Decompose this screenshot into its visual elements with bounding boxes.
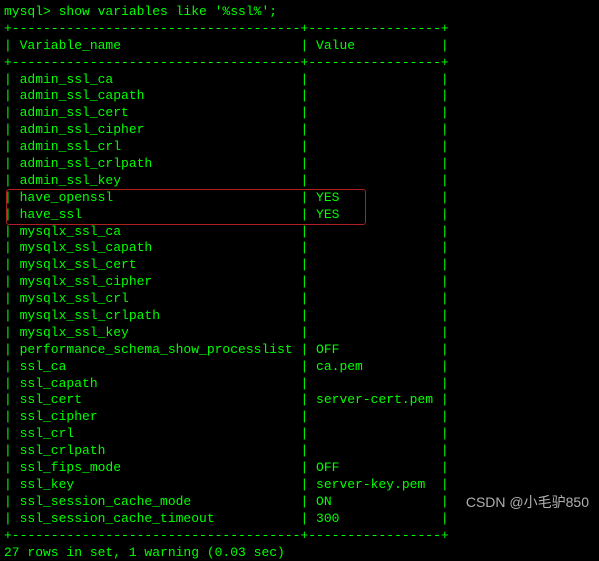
table-row: | ssl_crlpath | | bbox=[4, 443, 595, 460]
result-footer: 27 rows in set, 1 warning (0.03 sec) bbox=[4, 545, 595, 561]
table-row: | ssl_key | server-key.pem | bbox=[4, 477, 595, 494]
mysql-prompt: mysql> show variables like '%ssl%'; bbox=[4, 4, 595, 21]
table-header-row: | Variable_name | Value | bbox=[4, 38, 595, 55]
table-row: | ssl_crl | | bbox=[4, 426, 595, 443]
table-row: | mysqlx_ssl_cert | | bbox=[4, 257, 595, 274]
table-row: | ssl_session_cache_timeout | 300 | bbox=[4, 511, 595, 528]
table-row: | ssl_ca | ca.pem | bbox=[4, 359, 595, 376]
result-table: +-------------------------------------+-… bbox=[4, 21, 595, 545]
table-row: | have_openssl | YES | bbox=[4, 190, 595, 207]
table-row: | mysqlx_ssl_cipher | | bbox=[4, 274, 595, 291]
table-row: | admin_ssl_key | | bbox=[4, 173, 595, 190]
table-row: | ssl_capath | | bbox=[4, 376, 595, 393]
table-row: | mysqlx_ssl_crl | | bbox=[4, 291, 595, 308]
table-divider-mid: +-------------------------------------+-… bbox=[4, 55, 595, 72]
table-row: | ssl_fips_mode | OFF | bbox=[4, 460, 595, 477]
table-row: | admin_ssl_crlpath | | bbox=[4, 156, 595, 173]
table-row: | ssl_cert | server-cert.pem | bbox=[4, 392, 595, 409]
table-row: | admin_ssl_crl | | bbox=[4, 139, 595, 156]
table-row: | admin_ssl_ca | | bbox=[4, 72, 595, 89]
table-row: | have_ssl | YES | bbox=[4, 207, 595, 224]
table-divider-bottom: +-------------------------------------+-… bbox=[4, 528, 595, 545]
table-divider-top: +-------------------------------------+-… bbox=[4, 21, 595, 38]
table-row: | admin_ssl_cert | | bbox=[4, 105, 595, 122]
table-row: | performance_schema_show_processlist | … bbox=[4, 342, 595, 359]
watermark: CSDN @小毛驴850 bbox=[466, 493, 589, 511]
table-row: | admin_ssl_capath | | bbox=[4, 88, 595, 105]
table-row: | mysqlx_ssl_key | | bbox=[4, 325, 595, 342]
table-row: | mysqlx_ssl_crlpath | | bbox=[4, 308, 595, 325]
table-row: | admin_ssl_cipher | | bbox=[4, 122, 595, 139]
table-row: | ssl_cipher | | bbox=[4, 409, 595, 426]
table-row: | mysqlx_ssl_capath | | bbox=[4, 240, 595, 257]
table-row: | mysqlx_ssl_ca | | bbox=[4, 224, 595, 241]
